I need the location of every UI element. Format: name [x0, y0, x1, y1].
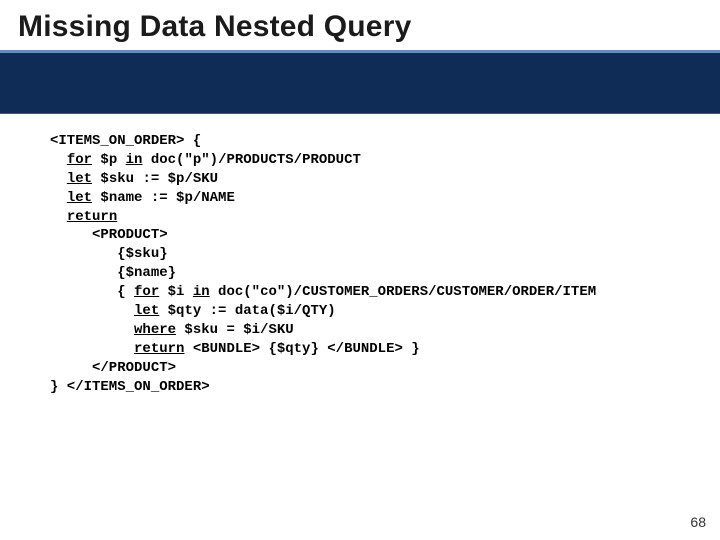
code-line: } </ITEMS_ON_ORDER> [50, 379, 210, 395]
kw-for: for [67, 152, 92, 168]
code-line: </PRODUCT> [50, 360, 176, 376]
code-line: {$name} [50, 265, 176, 281]
code-text: doc("p")/PRODUCTS/PRODUCT [142, 152, 360, 168]
code-block: <ITEMS_ON_ORDER> { for $p in doc("p")/PR… [0, 114, 720, 396]
kw-return: return [134, 341, 184, 357]
code-text: $p [92, 152, 126, 168]
code-text: $sku = $i/SKU [176, 322, 294, 338]
page-number: 68 [690, 514, 706, 530]
kw-let: let [67, 190, 92, 206]
slide: Missing Data Nested Query <ITEMS_ON_ORDE… [0, 0, 720, 540]
kw-in: in [193, 284, 210, 300]
code-text: $sku := $p/SKU [92, 171, 218, 187]
code-text [50, 303, 134, 319]
code-line: {$sku} [50, 246, 168, 262]
header-band [0, 50, 720, 114]
kw-where: where [134, 322, 176, 338]
code-text: doc("co")/CUSTOMER_ORDERS/CUSTOMER/ORDER… [210, 284, 596, 300]
code-line: <PRODUCT> [50, 227, 168, 243]
kw-in: in [126, 152, 143, 168]
code-line: <ITEMS_ON_ORDER> { [50, 133, 201, 149]
title-bar: Missing Data Nested Query [0, 0, 720, 50]
code-text: { [50, 284, 134, 300]
code-text: $i [159, 284, 193, 300]
kw-for: for [134, 284, 159, 300]
code-text: <BUNDLE> {$qty} </BUNDLE> } [184, 341, 419, 357]
code-text: $qty := data($i/QTY) [159, 303, 335, 319]
kw-let: let [134, 303, 159, 319]
code-text [50, 341, 134, 357]
slide-title: Missing Data Nested Query [18, 10, 720, 44]
code-text [50, 322, 134, 338]
kw-let: let [67, 171, 92, 187]
code-text: $name := $p/NAME [92, 190, 235, 206]
kw-return: return [67, 209, 117, 225]
